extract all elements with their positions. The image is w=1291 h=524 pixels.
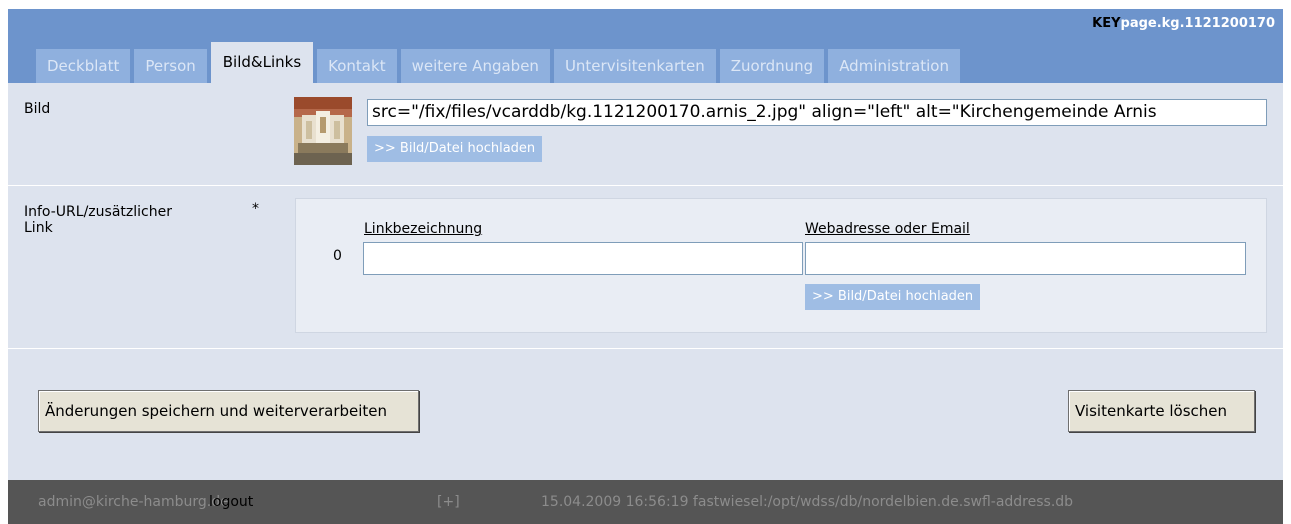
info-url-label: Info-URL/zusätzlicher Link	[24, 204, 172, 236]
tab-administration[interactable]: Administration	[828, 49, 960, 83]
key-value: page.kg.1121200170	[1120, 16, 1275, 31]
bild-upload-button[interactable]: >> Bild/Datei hochladen	[367, 136, 543, 162]
tab-untervisitenkarten[interactable]: Untervisitenkarten	[553, 49, 716, 83]
info-url-label-line2: Link	[24, 220, 53, 236]
delete-card-button[interactable]: Visitenkarte löschen	[1068, 390, 1255, 432]
linkbezeichnung-header: Linkbezeichnung	[364, 221, 483, 237]
required-marker: *	[252, 201, 259, 217]
bild-source-input[interactable]: src="/fix/files/vcarddb/kg.1121200170.ar…	[367, 99, 1267, 126]
bild-label: Bild	[24, 101, 51, 117]
linkbezeichnung-input[interactable]	[363, 242, 803, 275]
tab-kontakt[interactable]: Kontakt	[317, 49, 397, 83]
footer-bar: admin@kirche-hamburg.de logout [+] 15.04…	[8, 480, 1283, 524]
logout-link[interactable]: logout	[209, 494, 253, 510]
info-url-label-line1: Info-URL/zusätzlicher	[24, 204, 172, 220]
page-key: KEYpage.kg.1121200170	[1092, 16, 1275, 31]
footer-user-email: admin@kirche-hamburg.de	[38, 494, 229, 510]
link-row-index: 0	[333, 248, 342, 264]
footer-db-info: 15.04.2009 16:56:19 fastwiesel:/opt/wdss…	[541, 494, 1074, 510]
tab-bar: Deckblatt Person Bild&Links Kontakt weit…	[36, 42, 964, 83]
section-divider	[8, 348, 1283, 349]
tab-person[interactable]: Person	[134, 49, 207, 83]
tab-weitere-angaben[interactable]: weitere Angaben	[400, 49, 550, 83]
bild-thumbnail[interactable]	[294, 97, 352, 165]
tab-zuordnung[interactable]: Zuordnung	[719, 49, 825, 83]
header-bar: KEYpage.kg.1121200170 Deckblatt Person B…	[8, 9, 1283, 83]
link-upload-button[interactable]: >> Bild/Datei hochladen	[805, 284, 981, 310]
expand-toggle[interactable]: [+]	[437, 494, 460, 510]
tab-bild-links[interactable]: Bild&Links	[210, 42, 314, 83]
save-button[interactable]: Änderungen speichern und weiterverarbeit…	[38, 390, 419, 432]
tab-deckblatt[interactable]: Deckblatt	[36, 49, 131, 83]
webadresse-input[interactable]	[805, 242, 1246, 275]
key-prefix: KEY	[1092, 16, 1121, 31]
webadresse-header: Webadresse oder Email	[805, 221, 970, 237]
vcard-editor: KEYpage.kg.1121200170 Deckblatt Person B…	[8, 9, 1283, 524]
